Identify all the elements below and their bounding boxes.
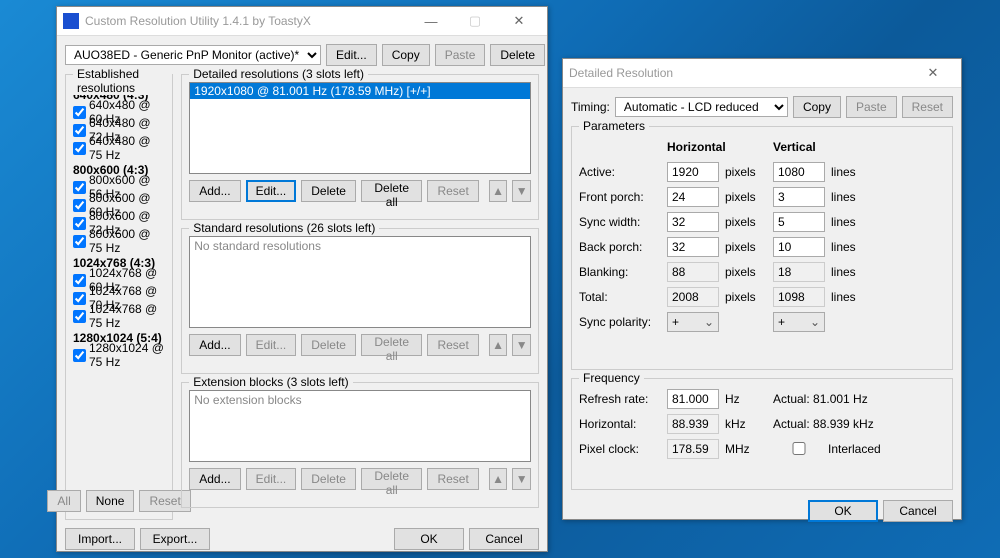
frequency-fieldset: Frequency Refresh rate: Hz Actual: 81.00… (571, 378, 953, 490)
minimize-button[interactable]: — (409, 7, 453, 35)
monitor-select[interactable]: AUO38ED - Generic PnP Monitor (active)* (65, 45, 321, 65)
h-input[interactable] (667, 187, 719, 207)
edit-detailed-button[interactable]: Edit... (246, 180, 297, 202)
export-button[interactable]: Export... (140, 528, 210, 550)
dialog-close-button[interactable]: ✕ (911, 59, 955, 87)
v-input[interactable] (773, 187, 825, 207)
refresh-rate-input[interactable] (667, 389, 719, 409)
copy-button[interactable]: Copy (382, 44, 430, 66)
detailed-listbox[interactable]: 1920x1080 @ 81.001 Hz (178.59 MHz) [+/+] (189, 82, 531, 174)
down-detailed-button[interactable]: ▼ (512, 180, 531, 202)
detailed-fieldset: Detailed resolutions (3 slots left) 1920… (181, 74, 539, 220)
horizontal-freq-label: Horizontal: (579, 417, 661, 431)
standard-fieldset: Standard resolutions (26 slots left) No … (181, 228, 539, 374)
maximize-button[interactable]: ▢ (453, 7, 497, 35)
horizontal-freq-actual: Actual: 88.939 kHz (773, 417, 874, 431)
cancel-button[interactable]: Cancel (469, 528, 539, 550)
standard-empty: No standard resolutions (190, 237, 530, 255)
parameters-fieldset: Parameters Horizontal Vertical Active:pi… (571, 126, 953, 370)
refresh-rate-label: Refresh rate: (579, 392, 661, 406)
pixel-clock-label: Pixel clock: (579, 442, 661, 456)
detailed-legend: Detailed resolutions (3 slots left) (189, 67, 368, 81)
resolution-checkbox[interactable]: 1280x1024 @ 75 Hz (73, 346, 165, 364)
ok-button[interactable]: OK (394, 528, 464, 550)
delete-button[interactable]: Delete (490, 44, 545, 66)
established-fieldset: Established resolutions 640x480 (4:3)640… (65, 74, 173, 520)
dialog-ok-button[interactable]: OK (808, 500, 878, 522)
interlaced-checkbox[interactable]: Interlaced (773, 440, 881, 458)
v-input[interactable] (773, 237, 825, 257)
refresh-rate-actual: Actual: 81.001 Hz (773, 392, 868, 406)
timing-select[interactable]: Automatic - LCD reduced (615, 97, 788, 117)
vertical-header: Vertical (773, 140, 816, 154)
up-standard-button[interactable]: ▲ (489, 334, 508, 356)
h-input[interactable] (667, 212, 719, 232)
detailed-resolution-item[interactable]: 1920x1080 @ 81.001 Hz (178.59 MHz) [+/+] (190, 83, 530, 99)
dialog-title: Detailed Resolution (569, 66, 911, 80)
edit-monitor-button[interactable]: Edit... (326, 44, 377, 66)
v-input[interactable] (773, 212, 825, 232)
standard-listbox[interactable]: No standard resolutions (189, 236, 531, 328)
resolution-checkbox[interactable]: 640x480 @ 75 Hz (73, 139, 165, 157)
standard-legend: Standard resolutions (26 slots left) (189, 221, 379, 235)
parameters-legend: Parameters (579, 119, 649, 133)
deleteall-ext-button[interactable]: Delete all (361, 468, 423, 490)
ext-empty: No extension blocks (190, 391, 530, 409)
up-ext-button[interactable]: ▲ (489, 468, 508, 490)
ext-listbox[interactable]: No extension blocks (189, 390, 531, 462)
down-ext-button[interactable]: ▼ (512, 468, 531, 490)
ext-fieldset: Extension blocks (3 slots left) No exten… (181, 382, 539, 508)
paste-button[interactable]: Paste (435, 44, 486, 66)
deleteall-standard-button[interactable]: Delete all (361, 334, 423, 356)
close-button[interactable]: ✕ (497, 7, 541, 35)
cru-main-window: Custom Resolution Utility 1.4.1 by Toast… (56, 6, 548, 552)
h-sync-select[interactable]: + (667, 312, 719, 332)
frequency-legend: Frequency (579, 371, 644, 385)
reset-ext-button[interactable]: Reset (427, 468, 478, 490)
v-sync-select[interactable]: + (773, 312, 825, 332)
titlebar: Custom Resolution Utility 1.4.1 by Toast… (57, 7, 547, 36)
add-detailed-button[interactable]: Add... (189, 180, 240, 202)
h-input[interactable] (667, 237, 719, 257)
paste-timing-button[interactable]: Paste (846, 96, 897, 118)
none-button[interactable]: None (86, 490, 135, 512)
reset-detailed-button[interactable]: Reset (427, 180, 478, 202)
pixel-clock-value: 178.59 (667, 439, 719, 459)
horizontal-header: Horizontal (667, 140, 767, 154)
dialog-titlebar: Detailed Resolution ✕ (563, 59, 961, 88)
delete-standard-button[interactable]: Delete (301, 334, 356, 356)
timing-label: Timing: (571, 100, 610, 114)
down-standard-button[interactable]: ▼ (512, 334, 531, 356)
add-standard-button[interactable]: Add... (189, 334, 240, 356)
copy-timing-button[interactable]: Copy (793, 96, 841, 118)
up-detailed-button[interactable]: ▲ (489, 180, 508, 202)
import-button[interactable]: Import... (65, 528, 135, 550)
delete-detailed-button[interactable]: Delete (301, 180, 356, 202)
reset-timing-button[interactable]: Reset (902, 96, 953, 118)
h-input[interactable] (667, 162, 719, 182)
detailed-resolution-dialog: Detailed Resolution ✕ Timing: Automatic … (562, 58, 962, 520)
horizontal-freq-value: 88.939 (667, 414, 719, 434)
dialog-cancel-button[interactable]: Cancel (883, 500, 953, 522)
edit-ext-button[interactable]: Edit... (246, 468, 297, 490)
ext-legend: Extension blocks (3 slots left) (189, 375, 352, 389)
v-input[interactable] (773, 162, 825, 182)
edit-standard-button[interactable]: Edit... (246, 334, 297, 356)
all-button[interactable]: All (47, 490, 80, 512)
resolution-checkbox[interactable]: 1024x768 @ 75 Hz (73, 307, 165, 325)
reset-standard-button[interactable]: Reset (427, 334, 478, 356)
delete-ext-button[interactable]: Delete (301, 468, 356, 490)
established-legend: Established resolutions (73, 67, 172, 95)
add-ext-button[interactable]: Add... (189, 468, 240, 490)
window-title: Custom Resolution Utility 1.4.1 by Toast… (85, 14, 409, 28)
app-icon (63, 13, 79, 29)
sync-polarity-label: Sync polarity: (579, 315, 661, 329)
deleteall-detailed-button[interactable]: Delete all (361, 180, 423, 202)
resolution-checkbox[interactable]: 800x600 @ 75 Hz (73, 232, 165, 250)
